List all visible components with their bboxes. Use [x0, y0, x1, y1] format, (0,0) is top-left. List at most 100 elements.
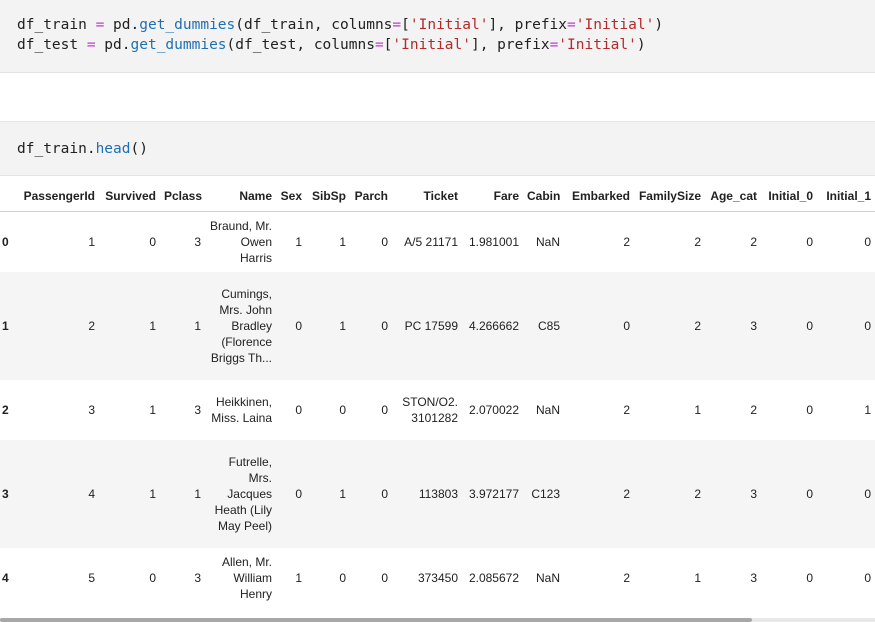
code-token: head — [95, 141, 131, 157]
table-cell: 0 — [806, 234, 813, 249]
code-token: 'Initial' — [575, 17, 655, 33]
table-cell: STON/O2. 3101282 — [402, 394, 458, 425]
column-header: Initial_0 — [761, 180, 817, 212]
code-token: ) — [654, 17, 664, 33]
table-cell: 2 — [750, 402, 757, 417]
row-index: 2 — [2, 402, 9, 417]
table-cell: 1 — [694, 402, 701, 417]
column-header: Initial_1 — [817, 180, 875, 212]
code-token: = — [374, 37, 384, 53]
code-token: = — [95, 17, 105, 33]
table-cell: 2 — [623, 402, 630, 417]
column-header: Age_cat — [705, 180, 761, 212]
table-cell: Allen, Mr. William Henry — [221, 554, 272, 601]
column-header: Ticket — [392, 180, 462, 212]
table-cell: 0 — [381, 234, 388, 249]
code-editor-head[interactable]: df_train.head() — [17, 139, 148, 159]
table-cell: 0 — [149, 234, 156, 249]
column-header: Name — [205, 180, 276, 212]
code-token: 'Initial' — [409, 17, 489, 33]
table-cell: 1 — [339, 234, 346, 249]
table-cell: 0 — [864, 570, 871, 585]
code-line: df_test = pd.get_dummies(df_test, column… — [17, 35, 663, 55]
table-cell: 1 — [194, 486, 201, 501]
table-cell: Braund, Mr. Owen Harris — [209, 218, 272, 265]
table-cell: 0 — [806, 402, 813, 417]
code-token: df_train. — [17, 141, 96, 157]
table-cell: 1 — [339, 318, 346, 333]
row-index: 1 — [2, 318, 9, 333]
scrollbar-thumb[interactable] — [0, 618, 752, 622]
table-cell: 3 — [750, 318, 757, 333]
table-cell: 1 — [88, 234, 95, 249]
table-cell: 113803 — [418, 486, 458, 501]
table-row: 4 5 0 3 Allen, Mr. William Henry 1 0 0 373450 2.0… — [0, 547, 875, 608]
table-cell: 3.972177 — [468, 486, 519, 501]
code-line: df_train.head() — [17, 139, 148, 159]
table-cell: Cumings, Mrs. John Bradley (Florence Bri… — [210, 286, 272, 365]
code-token: (df_test, columns — [226, 37, 375, 53]
table-row: 0 1 0 3 Braund, Mr. Owen Harris 1 1 0 A/5 21171 1… — [0, 211, 875, 272]
column-header: Pclass — [160, 180, 205, 212]
table-cell: 5 — [88, 570, 95, 585]
table-cell: 2 — [694, 486, 701, 501]
table-cell: 2 — [88, 318, 95, 333]
code-token: df_test — [17, 37, 87, 53]
table-cell: 0 — [381, 402, 388, 417]
column-header: SibSp — [306, 180, 350, 212]
horizontal-scrollbar[interactable] — [0, 618, 875, 622]
table-row: 3 4 1 1 Futrelle, Mrs. Jacques Heath (Lily M… — [0, 439, 875, 548]
row-index: 4 — [2, 570, 9, 585]
table-cell: 1 — [694, 570, 701, 585]
table-cell: 0 — [381, 486, 388, 501]
column-header: Survived — [99, 180, 160, 212]
dataframe-table: PassengerId Survived Pclass Name Sex SibSp Par… — [0, 180, 875, 608]
table-cell: 2 — [623, 570, 630, 585]
code-token: = — [567, 17, 576, 33]
row-index: 3 — [2, 486, 9, 501]
table-cell: 3 — [194, 402, 201, 417]
code-token: = — [86, 37, 96, 53]
code-token: (df_train, columns — [235, 17, 393, 33]
table-cell: 2 — [750, 234, 757, 249]
table-cell: 3 — [750, 570, 757, 585]
table-cell: 4.266662 — [468, 318, 519, 333]
code-token: = — [549, 37, 559, 53]
table-cell: 1 — [864, 402, 871, 417]
table-cell: 0 — [806, 318, 813, 333]
table-cell: 1 — [149, 318, 156, 333]
table-cell: 0 — [381, 318, 388, 333]
column-header: Cabin — [523, 180, 564, 212]
table-cell: 2 — [623, 486, 630, 501]
table-cell: Futrelle, Mrs. Jacques Heath (Lily May P… — [214, 454, 272, 533]
table-cell: 0 — [806, 570, 813, 585]
table-cell: C123 — [531, 486, 560, 501]
column-header: FamilySize — [634, 180, 705, 212]
table-cell: 0 — [623, 318, 630, 333]
table-cell: 3 — [194, 570, 201, 585]
table-cell: 373450 — [417, 570, 458, 585]
code-token: df_train — [17, 17, 96, 33]
table-cell: PC 17599 — [404, 318, 458, 333]
code-token: ], prefix — [470, 37, 550, 53]
row-index: 0 — [2, 234, 9, 249]
table-cell: 1 — [149, 402, 156, 417]
code-token: 'Initial' — [558, 37, 637, 53]
code-token: ) — [636, 37, 646, 53]
code-token: 'Initial' — [392, 37, 471, 53]
table-cell: NaN — [535, 402, 560, 417]
table-row: 1 2 1 1 Cumings, Mrs. John Bradley (Florence… — [0, 271, 875, 380]
table-cell: 3 — [750, 486, 757, 501]
table-cell: 2 — [694, 318, 701, 333]
table-cell: 1 — [295, 234, 302, 249]
code-editor-get-dummies[interactable]: df_train = pd.get_dummies(df_train, colu… — [17, 15, 663, 55]
table-cell: 2.085672 — [468, 570, 519, 585]
table-cell: 1 — [339, 486, 346, 501]
table-cell: A/5 21171 — [404, 234, 458, 249]
dataframe-output: PassengerId Survived Pclass Name Sex SibSp Par… — [0, 180, 875, 618]
table-cell: 1 — [194, 318, 201, 333]
column-header — [0, 180, 16, 212]
table-cell: 4 — [88, 486, 95, 501]
table-cell: 1.981001 — [468, 234, 519, 249]
table-cell: 2 — [623, 234, 630, 249]
